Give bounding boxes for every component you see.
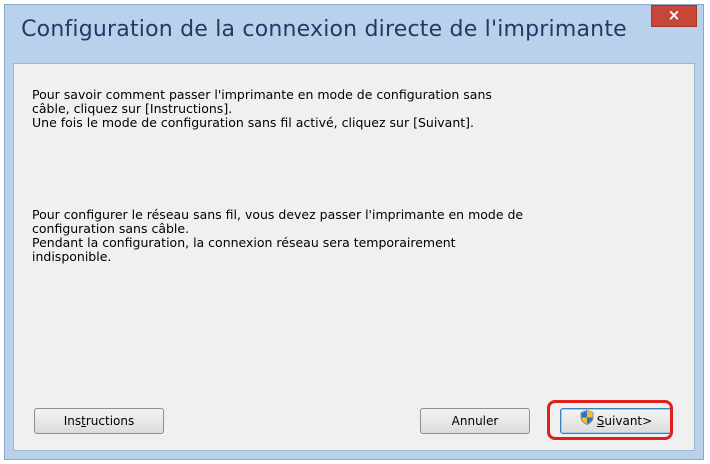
instructions-paragraph: Pour savoir comment passer l'imprimante … — [32, 88, 632, 130]
dialog-window: Configuration de la connexion directe de… — [4, 4, 704, 460]
paragraph-line: Une fois le mode de configuration sans f… — [32, 115, 475, 130]
title-bar[interactable]: Configuration de la connexion directe de… — [5, 5, 703, 63]
instructions-label-part: Ins — [63, 414, 82, 428]
paragraph-line: Pour configurer le réseau sans fil, vous… — [32, 207, 524, 222]
paragraph-line: Pendant la configuration, la connexion r… — [32, 235, 456, 250]
paragraph-line: configuration sans câble. — [32, 221, 190, 236]
dialog-body: Pour savoir comment passer l'imprimante … — [13, 63, 695, 451]
paragraph-line: indisponible. — [32, 249, 112, 264]
close-icon: × — [667, 6, 681, 24]
next-button-highlight — [547, 400, 673, 440]
info-paragraph: Pour configurer le réseau sans fil, vous… — [32, 208, 632, 264]
instructions-button[interactable]: Instructions — [34, 408, 164, 434]
paragraph-line: câble, cliquez sur [Instructions]. — [32, 101, 233, 116]
paragraph-line: Pour savoir comment passer l'imprimante … — [32, 87, 492, 102]
close-button[interactable]: × — [651, 5, 697, 27]
cancel-button[interactable]: Annuler — [420, 408, 530, 434]
instructions-label-part: ructions — [85, 414, 135, 428]
window-title: Configuration de la connexion directe de… — [21, 17, 627, 42]
